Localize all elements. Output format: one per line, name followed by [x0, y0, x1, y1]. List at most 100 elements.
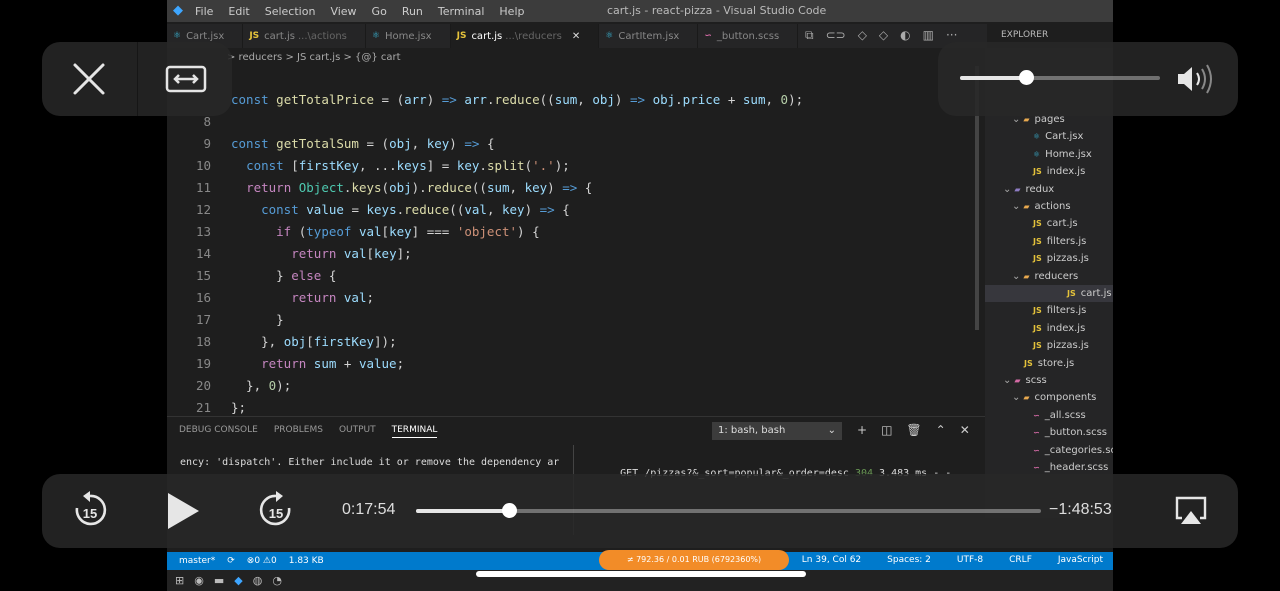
tree-item[interactable]: JS index.js: [985, 320, 1085, 337]
tree-item-label: Home.jsx: [1045, 148, 1092, 160]
panel-icons: + ◫ 🗑 ⌃ ✕: [857, 423, 970, 437]
line-number: 18: [195, 334, 211, 349]
code-text: return sum + value;: [261, 356, 405, 371]
tree-item[interactable]: JS filters.js: [985, 302, 1086, 319]
status-item[interactable]: Spaces: 2: [887, 555, 931, 565]
progress-knob[interactable]: [501, 503, 517, 518]
tree-item[interactable]: JS store.js: [985, 355, 1074, 372]
nav-icon: ◇: [878, 28, 889, 42]
problems-count: ⊗0 ⚠0: [246, 556, 277, 566]
speaker-volume-icon[interactable]: [1176, 64, 1218, 94]
tree-item[interactable]: ⌄ ▰ redux: [985, 181, 1054, 198]
status-item[interactable]: UTF-8: [957, 555, 983, 565]
tree-item[interactable]: ⌄ ▰ components: [985, 389, 1096, 406]
progress-bar[interactable]: [416, 503, 1041, 518]
js-file-icon: JS: [1033, 236, 1042, 246]
menu-bar: File Edit Selection View Go Run Terminal Help: [195, 5, 539, 18]
chevron-down-icon: ⌄: [1003, 183, 1012, 195]
menu-item-edit[interactable]: Edit: [228, 5, 249, 18]
react-icon: ⚛: [371, 31, 380, 41]
menu-item-view[interactable]: View: [330, 5, 356, 18]
play-icon[interactable]: [166, 492, 200, 530]
tree-item-label: filters.js: [1046, 235, 1087, 247]
skip-back-15-icon[interactable]: 15: [72, 491, 108, 529]
explorer-title: EXPLORER: [1001, 30, 1049, 40]
scss-file-icon: ∽: [1033, 463, 1040, 472]
code-line: 15 } else {: [167, 265, 336, 287]
app-icon: ◍: [252, 574, 263, 587]
js-file-icon: JS: [1033, 306, 1042, 316]
tree-item-label: Cart.jsx: [1045, 131, 1084, 143]
tree-item-label: reducers: [1034, 270, 1079, 282]
menu-item-run[interactable]: Run: [402, 5, 423, 18]
tab-label: cart.js: [471, 30, 503, 42]
tree-item-label: actions: [1034, 201, 1071, 212]
panel-tab[interactable]: OUTPUT: [339, 425, 376, 438]
svg-text:15: 15: [269, 506, 283, 521]
status-item[interactable]: CRLF: [1009, 555, 1032, 565]
scss-file-icon: ∽: [1033, 445, 1040, 455]
menu-item-selection[interactable]: Selection: [265, 5, 316, 18]
scss-file-icon: ∽: [1033, 410, 1040, 420]
code-line: 19 return sum + value;: [167, 353, 404, 375]
tree-item[interactable]: ∽ _categories.scss: [985, 442, 1113, 459]
editor-tab[interactable]: ∽ _button.scss: [698, 24, 799, 48]
tree-item[interactable]: ⚛ Home.jsx: [985, 146, 1092, 163]
tree-item[interactable]: ⚛ Cart.jsx: [985, 128, 1083, 145]
add-terminal-icon: +: [857, 423, 868, 437]
menu-item-file[interactable]: File: [195, 5, 213, 18]
tree-item[interactable]: JS index.js: [985, 163, 1085, 180]
tree-item-label: store.js: [1037, 357, 1075, 369]
menu-item-help[interactable]: Help: [499, 5, 524, 18]
folder-icon: ▰: [1023, 393, 1030, 403]
close-tab-icon[interactable]: ✕: [572, 31, 580, 42]
file-size: 1.83 KB: [288, 556, 324, 566]
tree-item-label: index.js: [1046, 322, 1086, 334]
tree-item[interactable]: ⌄ ▰ reducers: [985, 268, 1078, 285]
editor-tab[interactable]: JS cart.js ...\actions: [243, 24, 366, 48]
explorer-tree: ⌄ ▰ pages ⚛ Cart.jsx ⚛ Home.jsx JS index.js ⌄ ▰ red…: [985, 48, 1113, 518]
svg-text:15: 15: [83, 506, 97, 521]
split-terminal-icon: ◫: [881, 423, 893, 437]
tree-item[interactable]: ∽ _all.scss: [985, 407, 1086, 424]
skip-forward-15-icon[interactable]: 15: [258, 491, 294, 529]
tree-item[interactable]: JS pizzas.js: [985, 337, 1089, 354]
code-text: return val[key];: [291, 246, 412, 261]
window-title: cart.js - react-pizza - Visual Studio Co…: [607, 4, 827, 17]
panel-tabs: DEBUG CONSOLE PROBLEMS OUTPUT TERMINAL: [179, 425, 438, 438]
editor-tab[interactable]: ⚛ Home.jsx: [366, 24, 451, 48]
tree-item[interactable]: JS pizzas.js: [985, 250, 1089, 267]
close-button[interactable]: [42, 42, 136, 116]
tree-item[interactable]: JS cart.js: [985, 215, 1078, 232]
line-number: 13: [195, 224, 211, 239]
tree-item[interactable]: JS cart.js: [985, 285, 1113, 302]
home-indicator: [476, 571, 806, 577]
tree-item[interactable]: JS filters.js: [985, 233, 1086, 250]
menu-item-terminal[interactable]: Terminal: [438, 5, 485, 18]
folder-icon: ▬: [213, 574, 225, 587]
volume-slider[interactable]: [960, 70, 1160, 85]
react-file-icon: ⚛: [1033, 132, 1041, 142]
editor-tab[interactable]: ⚛ CartItem.jsx: [599, 24, 699, 48]
tree-item-label: index.js: [1046, 166, 1086, 178]
status-item[interactable]: JavaScript: [1058, 555, 1103, 565]
airplay-icon[interactable]: [1174, 496, 1208, 526]
volume-knob[interactable]: [1019, 70, 1034, 85]
panel-tab[interactable]: DEBUG CONSOLE: [179, 425, 258, 438]
tree-item[interactable]: ∽ _button.scss: [985, 424, 1107, 441]
panel-tab[interactable]: TERMINAL: [391, 425, 438, 438]
status-item[interactable]: Ln 39, Col 62: [802, 555, 861, 565]
tree-item[interactable]: ⌄ ▰ scss: [985, 372, 1047, 389]
line-number: 20: [195, 378, 211, 393]
chevron-down-icon: ⌄: [1012, 270, 1021, 282]
editor-tab[interactable]: JS cart.js ...\reducers ✕: [450, 24, 600, 48]
menu-item-go[interactable]: Go: [372, 5, 387, 18]
code-line: 11 return Object.keys(obj).reduce((sum, …: [167, 177, 592, 199]
line-number: 9: [203, 136, 211, 151]
tree-item[interactable]: ⌄ ▰ actions: [985, 198, 1071, 215]
panel-tab[interactable]: PROBLEMS: [274, 425, 323, 438]
tab-path-hint: ...\reducers: [505, 30, 562, 42]
tab-label: cart.js: [264, 30, 295, 42]
fit-screen-button[interactable]: [137, 42, 233, 116]
code-line: 20 }, 0);: [167, 375, 291, 397]
